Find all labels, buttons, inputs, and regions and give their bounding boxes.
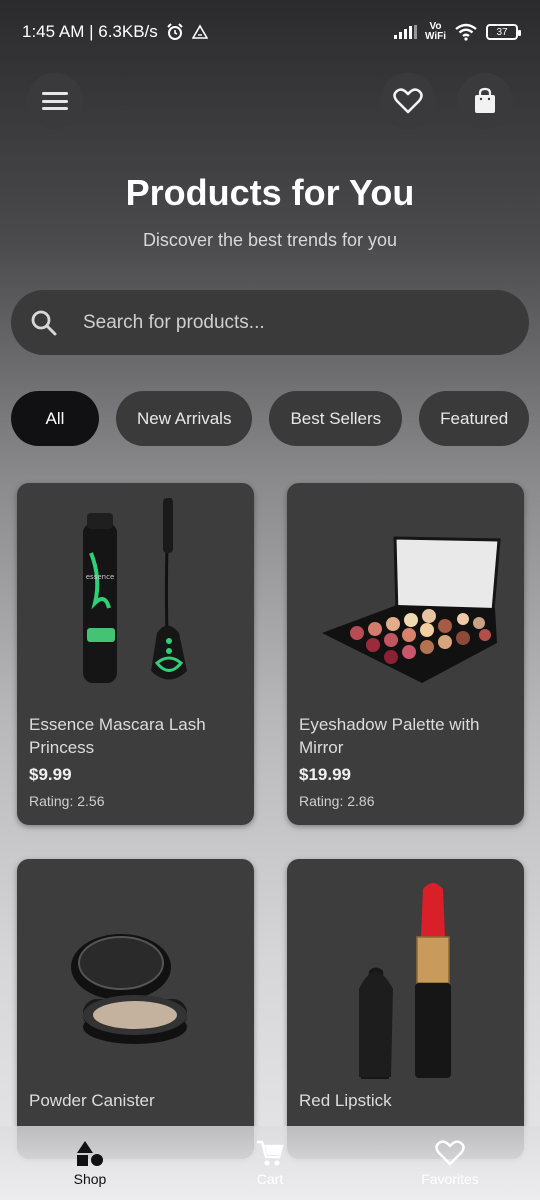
heart-outline-icon bbox=[435, 1140, 465, 1166]
product-name: Essence Mascara Lash Princess bbox=[29, 715, 206, 757]
status-bar: 1:45 AM | 6.3KB/s Vo WiFi 37 bbox=[0, 0, 540, 64]
chip-new-arrivals[interactable]: New Arrivals bbox=[116, 391, 253, 446]
product-card-powder[interactable]: Powder Canister bbox=[17, 859, 254, 1159]
chip-best-sellers[interactable]: Best Sellers bbox=[269, 391, 403, 446]
nav-cart[interactable]: Cart bbox=[210, 1139, 330, 1187]
status-time: 1:45 AM | 6.3KB/s bbox=[22, 22, 158, 41]
status-left: 1:45 AM | 6.3KB/s bbox=[22, 22, 208, 42]
product-card-lipstick[interactable]: Red Lipstick bbox=[287, 859, 524, 1159]
status-right: Vo WiFi 37 bbox=[393, 22, 521, 42]
shapes-icon bbox=[77, 1141, 103, 1166]
svg-text:essence: essence bbox=[86, 573, 115, 581]
product-image-lipstick bbox=[287, 859, 524, 1079]
search-icon bbox=[31, 310, 57, 335]
product-rating: Rating: 2.86 bbox=[299, 793, 375, 809]
product-rating: Rating: 2.56 bbox=[29, 793, 105, 809]
shopping-bag-button[interactable] bbox=[457, 73, 513, 129]
product-image-eyeshadow bbox=[287, 483, 524, 703]
page-subtitle: Discover the best trends for you bbox=[142, 230, 398, 250]
product-name: Eyeshadow Palette with Mirror bbox=[299, 715, 480, 757]
product-image-mascara: essence bbox=[17, 483, 254, 703]
battery-icon: 37 bbox=[486, 24, 521, 40]
product-name: Powder Canister bbox=[29, 1091, 155, 1110]
warning-triangle-icon bbox=[191, 24, 208, 39]
alarm-icon bbox=[167, 23, 183, 40]
battery-level: 37 bbox=[496, 26, 508, 38]
search-bar[interactable] bbox=[11, 290, 529, 355]
nav-shop-label: Shop bbox=[73, 1171, 107, 1187]
wifi-icon bbox=[455, 23, 477, 41]
category-chips: All New Arrivals Best Sellers Featured bbox=[11, 391, 530, 446]
nav-favorites[interactable]: Favorites bbox=[390, 1139, 510, 1187]
product-card-eyeshadow[interactable]: Eyeshadow Palette with Mirror $19.99 Rat… bbox=[287, 483, 524, 825]
nav-shop[interactable]: Shop bbox=[30, 1139, 150, 1187]
chip-all[interactable]: All bbox=[11, 391, 99, 446]
heart-icon bbox=[393, 88, 423, 114]
product-card-mascara[interactable]: essence Essence Mascara Lash Princess $9… bbox=[17, 483, 254, 825]
nav-favorites-label: Favorites bbox=[421, 1171, 479, 1187]
favorites-button[interactable] bbox=[380, 73, 436, 129]
bottom-navigation: Shop Cart Favorites bbox=[0, 1126, 540, 1200]
product-price: $19.99 bbox=[299, 765, 351, 784]
shopping-bag-icon bbox=[475, 87, 495, 113]
hamburger-icon bbox=[42, 92, 68, 110]
wifi-label: WiFi bbox=[424, 31, 446, 42]
cart-icon bbox=[257, 1140, 284, 1166]
chip-featured[interactable]: Featured bbox=[419, 391, 530, 446]
product-name: Red Lipstick bbox=[299, 1091, 392, 1110]
vowifi-badge: Vo WiFi bbox=[425, 22, 446, 42]
page-title: Products for You bbox=[125, 172, 415, 213]
product-image-powder bbox=[17, 859, 254, 1079]
search-input[interactable] bbox=[83, 311, 483, 334]
menu-button[interactable] bbox=[27, 73, 83, 129]
nav-cart-label: Cart bbox=[256, 1171, 284, 1187]
signal-icon bbox=[393, 25, 417, 39]
product-price: $9.99 bbox=[29, 765, 72, 784]
